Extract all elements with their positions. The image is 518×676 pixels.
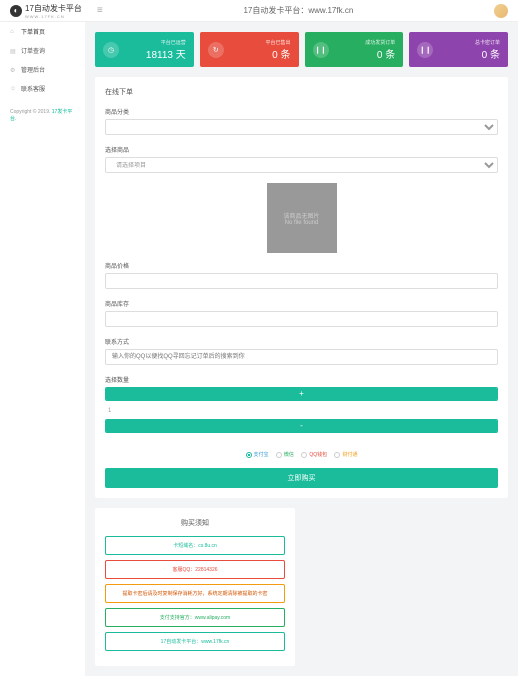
label-product: 选择商品 [105, 145, 498, 154]
notice-item: 17自动发卡平台：www.17fk.cn [105, 632, 285, 651]
pay-alipay[interactable]: 支付宝 [246, 451, 269, 458]
nav-admin[interactable]: ⚙管理后台 [0, 60, 85, 79]
card-sold: ↻平台已售出0 条 [200, 32, 299, 67]
copyright: Copyright © 2019. 17发卡平台. [0, 98, 85, 132]
payment-options: 支付宝 微信 QQ钱包 财付通 [105, 443, 498, 468]
notice-title: 购买须知 [105, 518, 285, 528]
refresh-icon: ↻ [208, 42, 224, 58]
avatar[interactable] [494, 4, 508, 18]
label-price: 商品价格 [105, 261, 498, 270]
notice-item: 客服QQ：22814326 [105, 560, 285, 579]
pay-tenpay[interactable]: 财付通 [334, 451, 357, 458]
home-icon: ⌂ [10, 29, 16, 35]
list-icon: ▤ [10, 48, 16, 54]
brand-name: 17自动发卡平台 [25, 3, 82, 14]
logo-icon: ◐ [10, 5, 22, 17]
notice-item: 提取卡密后请及时复制保存消耗方好，系统定期清除被提取的卡密 [105, 584, 285, 603]
stat-cards: ◷平台已运营18113 天 ↻平台已售出0 条 ❙❙成功发货订单0 条 ❙❙总卡… [95, 32, 508, 67]
notice-item: 支付支持官方：www.alipay.com [105, 608, 285, 627]
pay-qq[interactable]: QQ钱包 [301, 451, 327, 458]
label-stock: 商品库存 [105, 299, 498, 308]
nav-contact[interactable]: ☺联系客服 [0, 79, 85, 98]
card-success: ❙❙成功发货订单0 条 [305, 32, 404, 67]
page-title: 17自动发卡平台：www.17fk.cn [103, 5, 494, 16]
pay-wechat[interactable]: 微信 [276, 451, 294, 458]
card-uptime: ◷平台已运营18113 天 [95, 32, 194, 67]
pause-icon: ❙❙ [417, 42, 433, 58]
radio-icon [301, 452, 307, 458]
label-contact: 联系方式 [105, 337, 498, 346]
qty-plus[interactable]: + [106, 388, 497, 400]
product-select[interactable]: 请选择项目 [105, 157, 498, 173]
submit-button[interactable]: 立即购买 [105, 468, 498, 488]
radio-icon [246, 452, 252, 458]
order-panel: 在线下单 商品分类 选择商品请选择项目 该商品无图片No file found … [95, 77, 508, 498]
brand-sub: WWW.17FK.CN [25, 14, 82, 19]
panel-title: 在线下单 [105, 87, 498, 97]
qty-value: 1 [105, 403, 498, 419]
radio-icon [276, 452, 282, 458]
product-image-placeholder: 该商品无图片No file found [267, 183, 337, 253]
card-total: ❙❙总卡密订单0 条 [409, 32, 508, 67]
contact-input[interactable] [105, 349, 498, 365]
logo: ◐ 17自动发卡平台 WWW.17FK.CN [10, 3, 82, 19]
header: ◐ 17自动发卡平台 WWW.17FK.CN ≡ 17自动发卡平台：www.17… [0, 0, 518, 22]
label-category: 商品分类 [105, 107, 498, 116]
notice-item: 卡短域名：cs.8u.cn [105, 536, 285, 555]
price-display [105, 273, 498, 289]
notice-panel: 购买须知 卡短域名：cs.8u.cn 客服QQ：22814326 提取卡密后请及… [95, 508, 295, 666]
pause-icon: ❙❙ [313, 42, 329, 58]
qty-minus[interactable]: - [106, 420, 497, 432]
label-qty: 选择数量 [105, 375, 498, 384]
stock-display [105, 311, 498, 327]
sidebar: ⌂下单首页 ▤订单查询 ⚙管理后台 ☺联系客服 Copyright © 2019… [0, 22, 85, 676]
nav-home[interactable]: ⌂下单首页 [0, 22, 85, 41]
user-icon: ☺ [10, 86, 16, 92]
clock-icon: ◷ [103, 42, 119, 58]
category-select[interactable] [105, 119, 498, 135]
gear-icon: ⚙ [10, 67, 16, 73]
nav-orders[interactable]: ▤订单查询 [0, 41, 85, 60]
radio-icon [334, 452, 340, 458]
